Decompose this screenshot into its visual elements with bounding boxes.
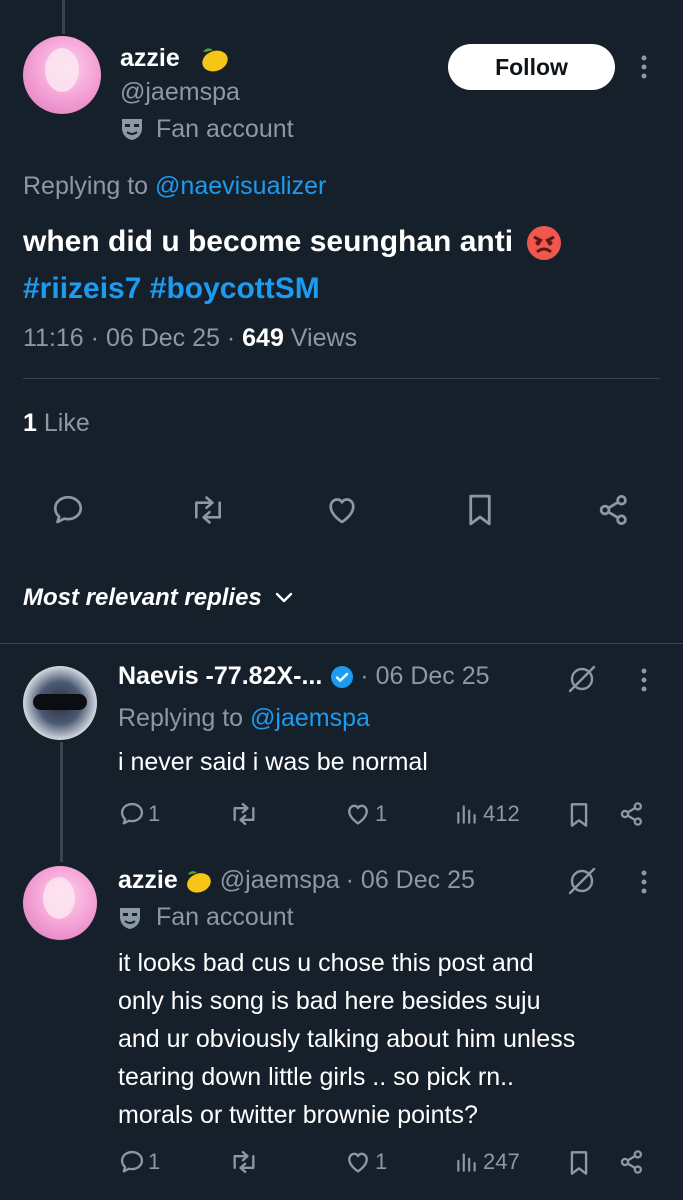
views-count: 649 [242, 324, 284, 352]
retweet-icon [233, 802, 255, 826]
thread-line [60, 742, 63, 862]
verified-badge-icon [330, 665, 354, 689]
view-count: 412 [483, 801, 520, 826]
reply-button[interactable]: 1 [118, 1148, 160, 1176]
retweet-button[interactable] [228, 800, 260, 828]
reply-text: it looks bad cus u chose this post and o… [118, 944, 575, 1134]
like-count: 1 [375, 1149, 388, 1174]
like-count: 1 [375, 801, 388, 826]
share-icon [620, 1150, 643, 1174]
fan-account-label: Fan account [156, 115, 294, 143]
reply-header: Naevis -77.82X-... · 06 Dec 25 [118, 662, 490, 691]
bookmark-icon [570, 1151, 588, 1175]
avatar[interactable] [23, 866, 97, 940]
views-button[interactable]: 247 [454, 1148, 520, 1176]
replies-sort-label: Most relevant replies [23, 584, 262, 611]
reply-header: azzie @jaemspa · 06 Dec 25 [118, 866, 475, 895]
share-button[interactable] [618, 1148, 646, 1176]
share-button[interactable] [618, 800, 646, 828]
divider [0, 643, 683, 644]
replying-to-line: Replying to @jaemspa [118, 704, 370, 733]
heart-icon [348, 804, 368, 825]
reply-text-line: tearing down little girls .. so pick rn.… [118, 1063, 514, 1091]
replying-to-link[interactable]: @naevisualizer [155, 172, 326, 200]
thread-line [62, 0, 65, 34]
like-button[interactable]: 1 [344, 800, 387, 828]
replying-prefix: Replying to [118, 704, 244, 732]
likes-stat[interactable]: 1 Like [23, 409, 90, 438]
angry-face-icon [525, 224, 563, 262]
views-label: Views [290, 324, 358, 352]
lemon-icon [197, 44, 231, 74]
retweet-button[interactable] [228, 1148, 260, 1176]
tweet-time: 11:16 [23, 324, 84, 352]
views-icon [457, 1153, 476, 1172]
share-button[interactable] [592, 488, 636, 532]
replies-sort-dropdown[interactable]: Most relevant replies [23, 584, 294, 612]
reply-author-name[interactable]: azzie [118, 866, 178, 895]
reply-text-line: it looks bad cus u chose this post and [118, 949, 534, 977]
reply-icon [120, 802, 144, 825]
grok-icon[interactable] [566, 866, 598, 896]
grok-icon[interactable] [566, 664, 598, 694]
likes-label: Like [43, 409, 90, 437]
reply-date: · 06 Dec 25 [360, 662, 490, 690]
reply-button[interactable] [46, 488, 90, 532]
share-icon [620, 802, 643, 826]
reply-icon [120, 1150, 144, 1173]
reply-count: 1 [148, 1149, 161, 1174]
like-button[interactable] [320, 488, 364, 532]
replying-to-line: Replying to @naevisualizer [23, 172, 326, 201]
reply-author-handle[interactable]: @jaemspa [220, 866, 340, 895]
avatar[interactable] [23, 36, 101, 114]
bookmark-icon [570, 803, 588, 827]
reply-text: i never said i was be normal [118, 748, 428, 776]
avatar[interactable] [23, 666, 97, 740]
author-handle[interactable]: @jaemspa [120, 78, 240, 107]
more-options-icon[interactable] [636, 665, 652, 695]
view-count: 247 [483, 1149, 520, 1174]
reply-text-line: morals or twitter brownie points? [118, 1101, 478, 1129]
more-options-icon[interactable] [636, 867, 652, 897]
more-options-icon[interactable] [636, 52, 652, 82]
replying-to-link[interactable]: @jaemspa [250, 704, 370, 732]
reply-count: 1 [148, 801, 161, 826]
author-name[interactable]: azzie [120, 44, 180, 73]
fan-account-label: Fan account [156, 903, 294, 931]
lemon-icon [182, 867, 214, 895]
divider [23, 378, 660, 379]
tweet-meta: 11:16 · 06 Dec 25 · 649 Views [23, 324, 357, 353]
likes-count: 1 [23, 409, 37, 437]
reply-author-name[interactable]: Naevis -77.82X-... [118, 662, 322, 691]
tweet-text: when did u become seunghan anti [23, 224, 563, 262]
heart-icon [348, 1152, 368, 1173]
chevron-down-icon [274, 591, 294, 605]
bookmark-button[interactable] [566, 1148, 592, 1178]
reply-date: · 06 Dec 25 [345, 866, 475, 894]
replying-prefix: Replying to [23, 172, 149, 200]
hashtags[interactable]: #riizeis7 #boycottSM [23, 272, 320, 306]
separator: · [226, 324, 236, 352]
tweet-date: 06 Dec 25 [105, 324, 220, 352]
bookmark-button[interactable] [458, 488, 502, 532]
retweet-icon [233, 1150, 255, 1174]
mask-icon [118, 905, 142, 931]
reply-text-line: only his song is bad here besides suju [118, 987, 541, 1015]
retweet-button[interactable] [186, 488, 230, 532]
views-icon [457, 805, 476, 824]
separator: · [90, 324, 99, 352]
reply-text-line: and ur obviously talking about him unles… [118, 1025, 576, 1053]
bookmark-button[interactable] [566, 800, 592, 830]
like-button[interactable]: 1 [344, 1148, 387, 1176]
follow-button[interactable]: Follow [448, 44, 615, 90]
tweet-text-body: when did u become seunghan anti [23, 224, 514, 258]
reply-button[interactable]: 1 [118, 800, 160, 828]
views-button[interactable]: 412 [454, 800, 520, 828]
mask-icon [120, 116, 144, 142]
